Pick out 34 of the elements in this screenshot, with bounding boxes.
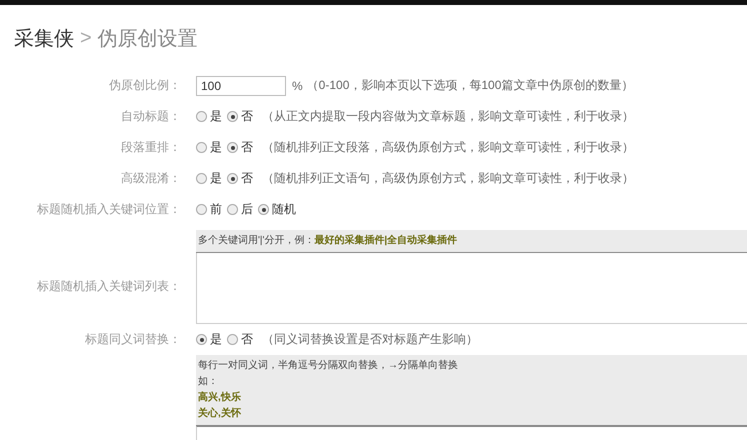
unit-label: % xyxy=(292,78,303,92)
textarea-field[interactable] xyxy=(196,253,747,324)
site-title[interactable]: 采集侠 xyxy=(14,24,74,52)
field-label: 标题同义词替换： xyxy=(85,332,181,346)
hint-text: 多个关键词用'|'分开，例：最好的采集插件|全自动采集插件 xyxy=(198,234,458,248)
field-label: 标题随机插入关键词列表： xyxy=(37,279,181,293)
field-label: 高级混淆： xyxy=(121,171,181,185)
field-label: 段落重排： xyxy=(121,140,181,154)
radio-option[interactable]: 否 xyxy=(227,139,253,156)
radio-option[interactable]: 是 xyxy=(196,108,222,125)
field-note: （随机排列正文段落，高级伪原创方式，影响文章可读性，利于收录） xyxy=(262,139,634,156)
field-note: （随机排列正文语句，高级伪原创方式，影响文章可读性，利于收录） xyxy=(262,170,634,187)
radio-option[interactable]: 后 xyxy=(227,201,253,218)
radio-option[interactable]: 否 xyxy=(227,170,253,187)
radio-option[interactable]: 否 xyxy=(227,331,253,348)
example-text: 高兴,快乐 xyxy=(198,390,242,405)
example-text: 关心,关怀 xyxy=(198,406,242,421)
field-label: 标题随机插入关键词位置： xyxy=(37,202,181,216)
field-label: 伪原创比例： xyxy=(109,78,181,92)
breadcrumb-separator: > xyxy=(80,26,92,50)
field-note: （0-100，影响本页以下选项，每100篇文章中伪原创的数量） xyxy=(306,77,634,94)
field-note: （从正文内提取一段内容做为文章标题，影响文章可读性，利于收录） xyxy=(262,108,634,125)
radio-option[interactable]: 是 xyxy=(196,170,222,187)
radio-option[interactable]: 前 xyxy=(196,201,222,218)
ratio-input[interactable]: 100 xyxy=(196,76,286,96)
field-label: 自动标题： xyxy=(121,109,181,123)
radio-option[interactable]: 是 xyxy=(196,139,222,156)
radio-option[interactable]: 随机 xyxy=(258,201,296,218)
field-note: （同义词替换设置是否对标题产生影响） xyxy=(262,331,478,348)
hint-text: 如： xyxy=(198,375,219,389)
radio-option[interactable]: 否 xyxy=(227,108,253,125)
page-title: 伪原创设置 xyxy=(98,26,198,52)
hint-text: 每行一对同义词，半角逗号分隔双向替换，→分隔单向替换 xyxy=(198,358,459,373)
radio-option[interactable]: 是 xyxy=(196,331,222,348)
